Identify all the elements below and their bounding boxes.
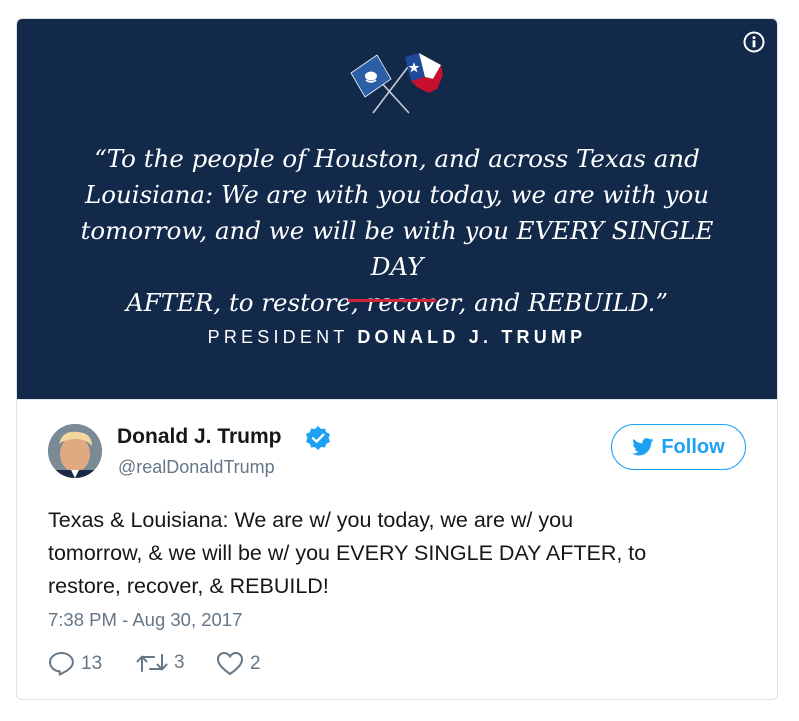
follow-button[interactable]: Follow xyxy=(611,424,746,470)
retweet-action[interactable]: 3 xyxy=(136,651,185,675)
quote-line: Louisiana: We are with you today, we are… xyxy=(84,180,710,209)
quote-image[interactable]: “To the people of Houston, and across Te… xyxy=(17,19,777,399)
avatar-photo-icon xyxy=(48,424,102,478)
tweet-line: restore, recover, & REBUILD! xyxy=(48,574,329,598)
verified-badge-icon xyxy=(306,426,330,450)
louisiana-flag-icon xyxy=(350,54,392,98)
author-name[interactable]: Donald J. Trump xyxy=(117,425,282,449)
avatar[interactable] xyxy=(48,424,102,478)
tweet-line: tomorrow, & we will be w/ you EVERY SING… xyxy=(48,541,647,565)
like-count: 2 xyxy=(250,652,261,674)
heart-icon xyxy=(217,652,243,675)
texas-flag-icon xyxy=(405,53,443,93)
info-icon[interactable] xyxy=(743,31,765,53)
tweet-actions: 13 3 2 xyxy=(48,651,348,681)
attribution-title: PRESIDENT xyxy=(207,327,349,347)
tweet-timestamp[interactable]: 7:38 PM - Aug 30, 2017 xyxy=(48,609,242,631)
reply-count: 13 xyxy=(81,652,103,674)
quote-line: “To the people of Houston, and across Te… xyxy=(94,144,700,173)
reply-icon xyxy=(49,652,74,676)
tweet-card: “To the people of Houston, and across Te… xyxy=(16,18,778,700)
tweet-text: Texas & Louisiana: We are w/ you today, … xyxy=(48,504,748,603)
attribution-name: DONALD J. TRUMP xyxy=(357,327,587,347)
retweet-count: 3 xyxy=(174,652,185,673)
like-action[interactable]: 2 xyxy=(216,651,261,676)
reply-action[interactable]: 13 xyxy=(48,651,102,676)
author-handle[interactable]: @realDonaldTrump xyxy=(118,457,275,478)
quote-line: AFTER, to restore, recover, and REBUILD.… xyxy=(126,288,668,317)
retweet-icon xyxy=(136,654,168,672)
accent-divider xyxy=(348,299,436,302)
quote-attribution: PRESIDENT DONALD J. TRUMP xyxy=(17,327,777,348)
follow-label: Follow xyxy=(661,435,725,458)
tweet-header: Donald J. Trump @realDonaldTrump Follow xyxy=(17,399,777,500)
crossed-flags-icon xyxy=(350,53,443,114)
tweet-line: Texas & Louisiana: We are w/ you today, … xyxy=(48,508,574,532)
banner-quote: “To the people of Houston, and across Te… xyxy=(57,141,737,321)
twitter-bird-icon xyxy=(632,438,654,456)
quote-line: tomorrow, and we will be with you EVERY … xyxy=(80,216,714,281)
